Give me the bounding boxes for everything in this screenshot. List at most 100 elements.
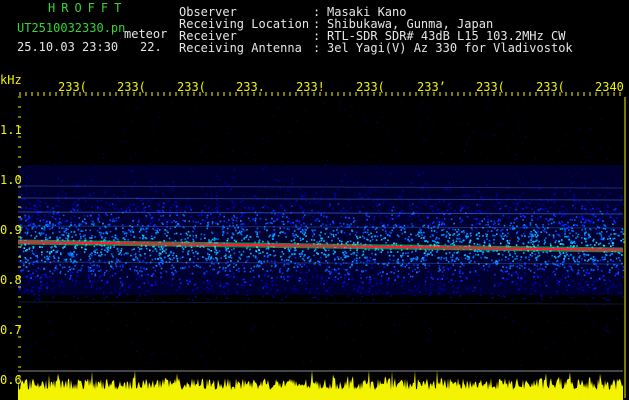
noise-speckle [360, 277, 362, 280]
noise-speckle [351, 261, 354, 263]
noise-speckle [76, 271, 79, 273]
noise-speckle [89, 194, 91, 197]
noise-speckle [273, 233, 276, 236]
noise-speckle [107, 189, 109, 191]
noise-speckle [332, 249, 335, 252]
noise-speckle [97, 207, 99, 209]
noise-speckle [81, 220, 84, 223]
noise-speckle [247, 238, 250, 241]
noise-speckle [581, 258, 583, 260]
noise-speckle [215, 253, 218, 256]
noise-speckle [560, 224, 563, 227]
noise-speckle [167, 184, 169, 187]
noise-speckle [615, 285, 617, 288]
noise-speckle [618, 257, 620, 259]
noise-speckle [30, 234, 32, 237]
noise-speckle [72, 268, 75, 270]
noise-speckle [569, 190, 571, 192]
noise-speckle [376, 283, 378, 285]
noise-speckle [359, 210, 361, 213]
noise-speckle [109, 230, 112, 233]
noise-speckle [215, 191, 218, 194]
noise-speckle [230, 260, 232, 262]
noise-speckle [126, 276, 129, 278]
noise-speckle [397, 187, 399, 189]
noise-speckle [366, 276, 368, 279]
noise-speckle [145, 237, 148, 240]
noise-speckle [383, 223, 385, 226]
noise-speckle [574, 219, 576, 221]
noise-speckle [485, 233, 487, 235]
noise-speckle [546, 197, 548, 199]
noise-speckle [187, 231, 190, 233]
noise-speckle [520, 364, 522, 366]
noise-speckle [475, 210, 477, 213]
noise-speckle [81, 230, 84, 232]
noise-speckle [337, 277, 339, 280]
noise-speckle [474, 271, 477, 273]
noise-speckle [401, 254, 404, 257]
noise-speckle [507, 242, 509, 244]
noise-speckle [115, 227, 117, 229]
noise-speckle [165, 270, 167, 273]
noise-speckle [369, 282, 371, 284]
noise-speckle [200, 233, 203, 235]
noise-speckle [425, 250, 427, 252]
noise-speckle [437, 292, 440, 295]
noise-speckle [383, 266, 386, 268]
noise-speckle [431, 254, 433, 256]
noise-speckle [589, 222, 591, 224]
noise-speckle [246, 229, 248, 231]
noise-speckle [145, 215, 148, 217]
noise-speckle [306, 271, 308, 274]
noise-speckle [300, 239, 302, 242]
noise-speckle [423, 140, 425, 142]
noise-speckle [622, 203, 625, 205]
noise-speckle [533, 165, 535, 167]
noise-speckle [498, 322, 500, 324]
noise-speckle [87, 266, 90, 268]
noise-speckle [461, 207, 463, 210]
noise-speckle [351, 105, 353, 107]
noise-speckle [79, 233, 81, 235]
noise-speckle [54, 217, 57, 220]
noise-speckle [422, 171, 424, 174]
noise-speckle [60, 252, 62, 254]
noise-speckle [136, 206, 139, 208]
noise-speckle [402, 261, 404, 263]
noise-speckle [430, 289, 433, 291]
noise-speckle [33, 191, 36, 194]
noise-speckle [99, 227, 102, 230]
noise-speckle [455, 280, 457, 282]
noise-speckle [305, 229, 307, 231]
noise-speckle [146, 227, 148, 230]
noise-speckle [320, 224, 322, 227]
noise-speckle [292, 222, 294, 224]
noise-speckle [325, 256, 327, 258]
noise-speckle [573, 259, 575, 261]
noise-speckle [562, 224, 565, 227]
noise-speckle [370, 242, 372, 244]
noise-speckle [43, 229, 46, 231]
noise-speckle [129, 203, 131, 206]
noise-speckle [127, 218, 129, 219]
noise-speckle [428, 197, 431, 199]
noise-speckle [89, 179, 91, 181]
noise-speckle [100, 269, 102, 271]
noise-speckle [445, 271, 447, 273]
noise-speckle [242, 206, 245, 209]
noise-speckle [57, 269, 59, 270]
noise-speckle [448, 227, 450, 230]
noise-speckle [228, 264, 231, 266]
noise-speckle [600, 270, 603, 272]
noise-speckle [437, 220, 439, 223]
noise-speckle [424, 267, 427, 269]
noise-speckle [341, 210, 343, 212]
noise-speckle [50, 334, 52, 336]
noise-speckle [118, 182, 120, 184]
noise-speckle [367, 239, 369, 241]
noise-speckle [122, 231, 124, 233]
noise-speckle [437, 270, 440, 273]
noise-speckle [578, 216, 580, 219]
noise-speckle [368, 287, 371, 290]
